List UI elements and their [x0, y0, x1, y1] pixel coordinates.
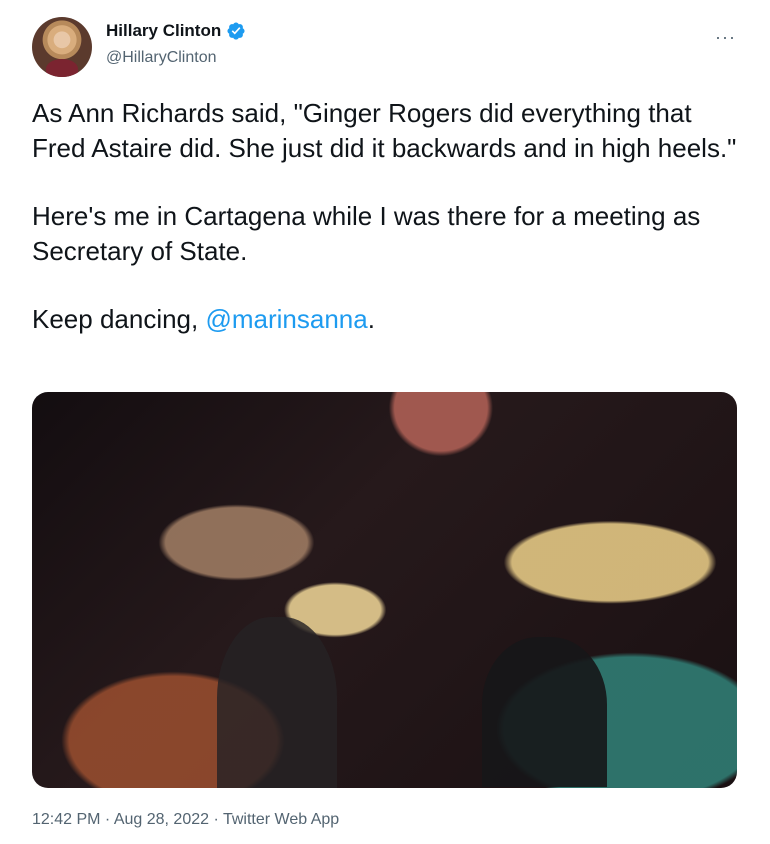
tweet-metadata: 12:42 PM · Aug 28, 2022 · Twitter Web Ap…	[32, 811, 339, 829]
tweet-paragraph-2: Here's me in Cartagena while I was there…	[32, 201, 701, 266]
meta-separator: ·	[100, 811, 114, 828]
tweet-text: As Ann Richards said, "Ginger Rogers did…	[32, 96, 737, 370]
tweet-photo[interactable]	[32, 392, 737, 788]
tweet-date[interactable]: Aug 28, 2022	[114, 811, 209, 828]
more-options-icon[interactable]: ···	[715, 28, 736, 46]
mention-link[interactable]: @marinsanna	[205, 304, 367, 334]
author-name-row: Hillary Clinton	[106, 21, 246, 41]
tweet-source: Twitter Web App	[222, 811, 340, 828]
verified-badge-icon	[227, 22, 245, 40]
tweet-paragraph-3-prefix: Keep dancing,	[32, 304, 206, 334]
tweet-paragraph-1: As Ann Richards said, "Ginger Rogers did…	[32, 98, 737, 163]
tweet-time[interactable]: 12:42 PM	[32, 811, 100, 828]
meta-separator-2: ·	[209, 811, 223, 828]
display-name[interactable]: Hillary Clinton	[106, 21, 221, 41]
tweet-paragraph-3: Keep dancing, @marinsanna.	[32, 302, 737, 337]
avatar[interactable]	[32, 17, 92, 77]
tweet-paragraph-3-suffix: .	[367, 304, 375, 334]
author-handle[interactable]: @HillaryClinton	[106, 49, 217, 67]
